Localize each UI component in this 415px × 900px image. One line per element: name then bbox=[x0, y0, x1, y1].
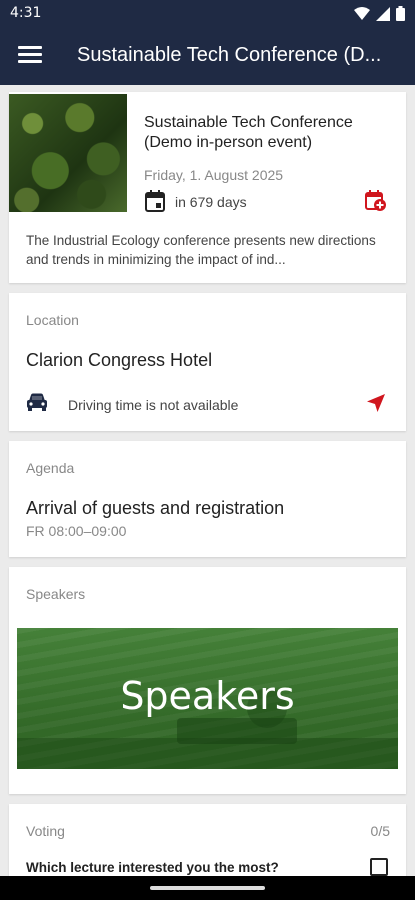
app-title: Sustainable Tech Conference (D... bbox=[77, 44, 382, 66]
battery-icon bbox=[396, 6, 405, 21]
voting-checkbox[interactable] bbox=[370, 858, 388, 876]
system-navigation-bar bbox=[0, 876, 415, 900]
calendar-icon bbox=[145, 190, 165, 212]
event-countdown: in 679 days bbox=[175, 194, 247, 210]
status-time: 4:31 bbox=[10, 5, 42, 21]
event-title: Sustainable Tech Conference (Demo in-per… bbox=[144, 114, 353, 151]
home-handle[interactable] bbox=[150, 886, 265, 890]
agenda-item-time: FR 08:00–09:00 bbox=[26, 523, 127, 539]
signal-icon bbox=[376, 6, 390, 21]
speakers-label: Speakers bbox=[26, 586, 86, 602]
agenda-item-title: Arrival of guests and registration bbox=[26, 498, 285, 518]
navigation-icon[interactable] bbox=[365, 392, 387, 414]
car-icon bbox=[27, 393, 47, 411]
speakers-card[interactable]: Speakers Speakers bbox=[9, 567, 406, 794]
speakers-banner[interactable]: Speakers bbox=[17, 628, 398, 769]
voting-question: Which lecture interested you the most? bbox=[26, 860, 279, 875]
voting-label: Voting bbox=[26, 823, 65, 839]
event-date: Friday, 1. August 2025 bbox=[144, 167, 284, 183]
agenda-label: Agenda bbox=[26, 460, 75, 476]
menu-icon[interactable] bbox=[18, 46, 42, 66]
status-icons bbox=[354, 6, 405, 21]
location-label: Location bbox=[26, 312, 79, 328]
event-description: The Industrial Ecology conference presen… bbox=[26, 233, 376, 267]
location-card[interactable]: Location Clarion Congress Hotel Driving … bbox=[9, 293, 406, 431]
location-name: Clarion Congress Hotel bbox=[26, 350, 213, 370]
event-card[interactable]: Sustainable Tech Conference (Demo in-per… bbox=[9, 92, 406, 283]
event-image bbox=[9, 94, 127, 212]
status-bar: 4:31 bbox=[0, 0, 415, 28]
driving-time: Driving time is not available bbox=[68, 397, 239, 413]
speakers-banner-text: Speakers bbox=[120, 674, 295, 718]
wifi-icon bbox=[354, 6, 370, 20]
voting-count: 0/5 bbox=[370, 823, 390, 839]
agenda-card[interactable]: Agenda Arrival of guests and registratio… bbox=[9, 441, 406, 557]
add-calendar-icon[interactable] bbox=[365, 190, 387, 212]
app-bar: Sustainable Tech Conference (D... bbox=[0, 28, 415, 85]
